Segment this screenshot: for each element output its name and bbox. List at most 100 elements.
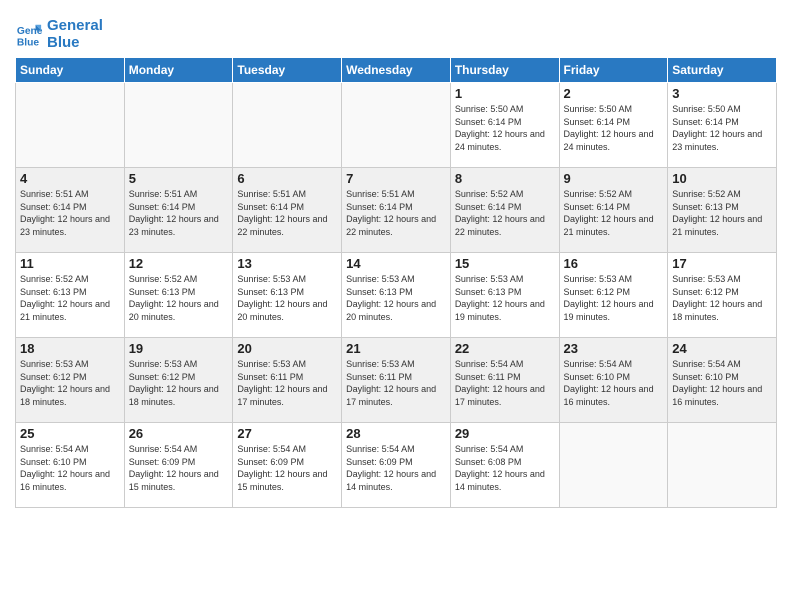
day-number: 13: [237, 256, 337, 271]
day-info: Sunrise: 5:54 AMSunset: 6:10 PMDaylight:…: [672, 358, 772, 408]
calendar-cell: 21 Sunrise: 5:53 AMSunset: 6:11 PMDayligh…: [342, 338, 451, 423]
calendar-cell: 23Sunrise: 5:54 AMSunset: 6:10 PMDayligh…: [559, 338, 668, 423]
day-number: 11: [20, 256, 120, 271]
calendar-cell: 2 Sunrise: 5:50 AMSunset: 6:14 PMDaylight…: [559, 83, 668, 168]
day-info: Sunrise: 5:53 AMSunset: 6:11 PMDaylight:…: [237, 358, 337, 408]
col-header-saturday: Saturday: [668, 58, 777, 83]
day-info: Sunrise: 5:54 AMSunset: 6:09 PMDaylight:…: [129, 443, 229, 493]
svg-text:Blue: Blue: [17, 37, 40, 48]
calendar-cell: [668, 423, 777, 508]
day-info: Sunrise: 5:54 AMSunset: 6:09 PMDaylight:…: [346, 443, 446, 493]
calendar-cell: 4Sunrise: 5:51 AMSunset: 6:14 PMDaylight…: [16, 168, 125, 253]
day-info: Sunrise: 5:54 AMSunset: 6:10 PMDaylight:…: [20, 443, 120, 493]
day-info: Sunrise: 5:54 AMSunset: 6:09 PMDaylight:…: [237, 443, 337, 493]
day-number: 14: [346, 256, 446, 271]
calendar-cell: 17 Sunrise: 5:53 AMSunset: 6:12 PMDayligh…: [668, 253, 777, 338]
calendar-cell: 27 Sunrise: 5:54 AMSunset: 6:09 PMDayligh…: [233, 423, 342, 508]
calendar-cell: 8 Sunrise: 5:52 AMSunset: 6:14 PMDaylight…: [450, 168, 559, 253]
day-info: Sunrise: 5:54 AMSunset: 6:08 PMDaylight:…: [455, 443, 555, 493]
calendar-cell: 26 Sunrise: 5:54 AMSunset: 6:09 PMDayligh…: [124, 423, 233, 508]
calendar-cell: 7Sunrise: 5:51 AMSunset: 6:14 PMDaylight…: [342, 168, 451, 253]
day-info: Sunrise: 5:52 AMSunset: 6:13 PMDaylight:…: [129, 273, 229, 323]
day-number: 8: [455, 171, 555, 186]
calendar-cell: 18 Sunrise: 5:53 AMSunset: 6:12 PMDayligh…: [16, 338, 125, 423]
day-number: 15: [455, 256, 555, 271]
calendar-cell: [16, 83, 125, 168]
calendar-cell: 16 Sunrise: 5:53 AMSunset: 6:12 PMDayligh…: [559, 253, 668, 338]
day-number: 19: [129, 341, 229, 356]
calendar-cell: 28 Sunrise: 5:54 AMSunset: 6:09 PMDayligh…: [342, 423, 451, 508]
calendar-cell: 1 Sunrise: 5:50 AMSunset: 6:14 PMDaylight…: [450, 83, 559, 168]
calendar-cell: 10 Sunrise: 5:52 AMSunset: 6:13 PMDayligh…: [668, 168, 777, 253]
day-number: 9: [564, 171, 664, 186]
calendar-cell: 6 Sunrise: 5:51 AMSunset: 6:14 PMDaylight…: [233, 168, 342, 253]
calendar-cell: 5Sunrise: 5:51 AMSunset: 6:14 PMDaylight…: [124, 168, 233, 253]
day-info: Sunrise: 5:53 AMSunset: 6:13 PMDaylight:…: [346, 273, 446, 323]
day-number: 29: [455, 426, 555, 441]
day-info: Sunrise: 5:53 AMSunset: 6:12 PMDaylight:…: [672, 273, 772, 323]
logo: General Blue General Blue: [15, 18, 103, 51]
calendar-week-row: 25 Sunrise: 5:54 AMSunset: 6:10 PMDayligh…: [16, 423, 777, 508]
calendar-cell: 20 Sunrise: 5:53 AMSunset: 6:11 PMDayligh…: [233, 338, 342, 423]
calendar-cell: 25 Sunrise: 5:54 AMSunset: 6:10 PMDayligh…: [16, 423, 125, 508]
calendar-week-row: 1 Sunrise: 5:50 AMSunset: 6:14 PMDaylight…: [16, 83, 777, 168]
calendar-table: SundayMondayTuesdayWednesdayThursdayFrid…: [15, 57, 777, 508]
day-number: 3: [672, 86, 772, 101]
day-number: 22: [455, 341, 555, 356]
calendar-header-row: SundayMondayTuesdayWednesdayThursdayFrid…: [16, 58, 777, 83]
day-number: 24: [672, 341, 772, 356]
calendar-cell: [559, 423, 668, 508]
day-info: Sunrise: 5:50 AMSunset: 6:14 PMDaylight:…: [672, 103, 772, 153]
day-number: 28: [346, 426, 446, 441]
day-number: 12: [129, 256, 229, 271]
col-header-tuesday: Tuesday: [233, 58, 342, 83]
calendar-week-row: 4 Sunrise: 5:51 AMSunset: 6:14 PMDaylight…: [16, 168, 777, 253]
day-info: Sunrise: 5:53 AMSunset: 6:12 PMDaylight:…: [564, 273, 664, 323]
day-number: 4: [20, 171, 120, 186]
logo-text-blue: Blue: [47, 34, 80, 51]
day-number: 17: [672, 256, 772, 271]
calendar-cell: 29 Sunrise: 5:54 AMSunset: 6:08 PMDayligh…: [450, 423, 559, 508]
col-header-sunday: Sunday: [16, 58, 125, 83]
day-number: 25: [20, 426, 120, 441]
calendar-week-row: 18 Sunrise: 5:53 AMSunset: 6:12 PMDayligh…: [16, 338, 777, 423]
col-header-wednesday: Wednesday: [342, 58, 451, 83]
day-info: Sunrise: 5:52 AMSunset: 6:13 PMDaylight:…: [672, 188, 772, 238]
calendar-cell: [342, 83, 451, 168]
page-header: General Blue General Blue: [15, 10, 777, 51]
day-number: 1: [455, 86, 555, 101]
day-number: 7: [346, 171, 446, 186]
day-info: Sunrise: 5:52 AMSunset: 6:13 PMDaylight:…: [20, 273, 120, 323]
day-info: Sunrise: 5:54 AMSunset: 6:10 PMDaylight:…: [564, 358, 664, 408]
calendar-cell: [233, 83, 342, 168]
day-number: 21: [346, 341, 446, 356]
day-info: Sunrise: 5:50 AMSunset: 6:14 PMDaylight:…: [455, 103, 555, 153]
day-info: Sunrise: 5:54 AMSunset: 6:11 PMDaylight:…: [455, 358, 555, 408]
day-info: Sunrise: 5:52 AMSunset: 6:14 PMDaylight:…: [564, 188, 664, 238]
day-number: 10: [672, 171, 772, 186]
day-info: Sunrise: 5:52 AMSunset: 6:14 PMDaylight:…: [455, 188, 555, 238]
day-number: 20: [237, 341, 337, 356]
logo-icon: General Blue: [15, 21, 43, 49]
calendar-cell: 9 Sunrise: 5:52 AMSunset: 6:14 PMDaylight…: [559, 168, 668, 253]
day-info: Sunrise: 5:53 AMSunset: 6:11 PMDaylight:…: [346, 358, 446, 408]
day-info: Sunrise: 5:53 AMSunset: 6:12 PMDaylight:…: [20, 358, 120, 408]
col-header-thursday: Thursday: [450, 58, 559, 83]
logo-text-general: General: [47, 17, 103, 34]
day-number: 6: [237, 171, 337, 186]
day-number: 2: [564, 86, 664, 101]
day-info: Sunrise: 5:51 AMSunset: 6:14 PMDaylight:…: [237, 188, 337, 238]
calendar-cell: 3 Sunrise: 5:50 AMSunset: 6:14 PMDaylight…: [668, 83, 777, 168]
calendar-cell: 13Sunrise: 5:53 AMSunset: 6:13 PMDayligh…: [233, 253, 342, 338]
day-number: 18: [20, 341, 120, 356]
calendar-cell: 22 Sunrise: 5:54 AMSunset: 6:11 PMDayligh…: [450, 338, 559, 423]
day-number: 27: [237, 426, 337, 441]
col-header-friday: Friday: [559, 58, 668, 83]
calendar-cell: 11 Sunrise: 5:52 AMSunset: 6:13 PMDayligh…: [16, 253, 125, 338]
calendar-cell: 12 Sunrise: 5:52 AMSunset: 6:13 PMDayligh…: [124, 253, 233, 338]
day-info: Sunrise: 5:50 AMSunset: 6:14 PMDaylight:…: [564, 103, 664, 153]
day-info: Sunrise: 5:51 AMSunset: 6:14 PMDaylight:…: [129, 188, 229, 238]
calendar-cell: [124, 83, 233, 168]
day-number: 26: [129, 426, 229, 441]
day-number: 16: [564, 256, 664, 271]
